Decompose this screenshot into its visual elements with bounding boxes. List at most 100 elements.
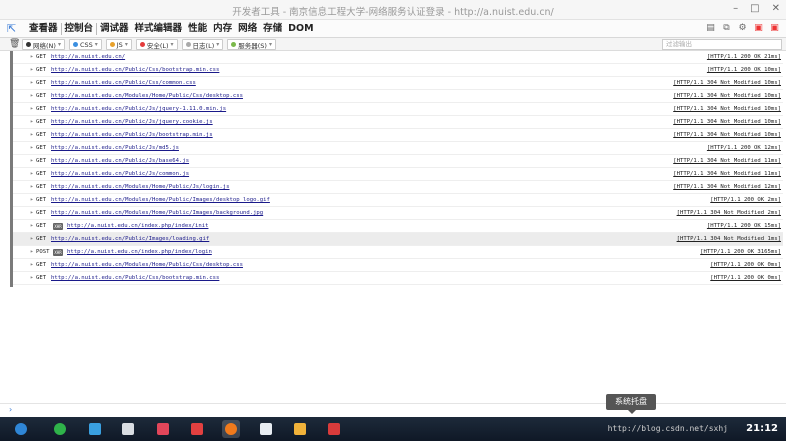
clear-console-icon[interactable]: 🗑	[9, 39, 20, 49]
log-row[interactable]: ▸ GET http://a.nuist.edu.cn/Public/Js/md5.…	[13, 142, 783, 155]
expand-arrow-icon[interactable]: ▸	[30, 220, 34, 232]
settings-gear-icon[interactable]: ⚙	[737, 23, 748, 34]
request-url-link[interactable]: http://a.nuist.edu.cn/Public/Js/jquery.c…	[51, 116, 213, 128]
expand-arrow-icon[interactable]: ▸	[30, 64, 34, 76]
expand-arrow-icon[interactable]: ▸	[30, 129, 34, 141]
response-status-link[interactable]: [HTTP/1.1 200 OK 21ms]	[707, 51, 781, 63]
expand-arrow-icon[interactable]: ▸	[30, 90, 34, 102]
filter-button[interactable]: JS ▾	[105, 39, 132, 50]
log-row[interactable]: ▸ GET http://a.nuist.edu.cn/Public/Css/boo…	[13, 64, 783, 77]
tab-performance[interactable]: 性能	[185, 23, 210, 35]
dock-bottom-icon[interactable]: ▣	[753, 23, 764, 34]
tab-console[interactable]: 控制台	[60, 23, 98, 35]
log-row[interactable]: ▸ POST XHR http://a.nuist.edu.cn/index.php/…	[13, 246, 783, 259]
taskbar-app-screenshot-icon[interactable]	[154, 420, 172, 438]
close-devtools-icon[interactable]: ▣	[769, 23, 780, 34]
response-status-link[interactable]: [HTTP/1.1 304 Not Modified 12ms]	[673, 181, 781, 193]
expand-arrow-icon[interactable]: ▸	[30, 168, 34, 180]
response-status-link[interactable]: [HTTP/1.1 304 Not Modified 1ms]	[677, 233, 781, 245]
expand-arrow-icon[interactable]: ▸	[30, 233, 34, 245]
request-url-link[interactable]: http://a.nuist.edu.cn/Public/Css/bootstr…	[51, 64, 219, 76]
expand-arrow-icon[interactable]: ▸	[30, 246, 34, 258]
log-row[interactable]: ▸ GET http://a.nuist.edu.cn/Public/Css/boo…	[13, 272, 783, 285]
log-row[interactable]: ▸ GET http://a.nuist.edu.cn/Modules/Home/P…	[13, 90, 783, 103]
log-row[interactable]: ▸ GET http://a.nuist.edu.cn/Public/Js/jque…	[13, 103, 783, 116]
filter-button[interactable]: CSS ▾	[68, 39, 102, 50]
request-url-link[interactable]: http://a.nuist.edu.cn/Public/Js/bootstra…	[51, 129, 213, 141]
expand-arrow-icon[interactable]: ▸	[30, 51, 34, 63]
request-url-link[interactable]: http://a.nuist.edu.cn/Public/Js/common.j…	[51, 168, 189, 180]
response-status-link[interactable]: [HTTP/1.1 200 OK 3165ms]	[700, 246, 781, 258]
tab-inspector[interactable]: 查看器	[26, 23, 61, 35]
response-status-link[interactable]: [HTTP/1.1 200 OK 10ms]	[707, 64, 781, 76]
response-status-link[interactable]: [HTTP/1.1 200 OK 12ms]	[707, 142, 781, 154]
request-url-link[interactable]: http://a.nuist.edu.cn/Modules/Home/Publi…	[51, 207, 263, 219]
request-url-link[interactable]: http://a.nuist.edu.cn/Modules/Home/Publi…	[51, 181, 230, 193]
response-status-link[interactable]: [HTTP/1.1 304 Not Modified 2ms]	[677, 207, 781, 219]
minimize-button[interactable]: –	[733, 3, 738, 14]
expand-arrow-icon[interactable]: ▸	[30, 194, 34, 206]
filter-button[interactable]: 服务器(S) ▾	[227, 39, 276, 50]
tab-dom[interactable]: DOM	[285, 23, 316, 35]
log-row[interactable]: ▸ GET http://a.nuist.edu.cn/ [HTTP/1.1 200 …	[13, 51, 783, 64]
response-status-link[interactable]: [HTTP/1.1 304 Not Modified 10ms]	[673, 90, 781, 102]
log-row[interactable]: ▸ GET http://a.nuist.edu.cn/Public/Js/comm…	[13, 168, 783, 181]
expand-arrow-icon[interactable]: ▸	[30, 181, 34, 193]
tab-debugger[interactable]: 调试器	[97, 23, 132, 35]
log-row[interactable]: ▸ GET http://a.nuist.edu.cn/Public/Css/com…	[13, 77, 783, 90]
tab-storage[interactable]: 存储	[260, 23, 285, 35]
request-url-link[interactable]: http://a.nuist.edu.cn/Public/Js/base64.j…	[51, 155, 189, 167]
taskbar-app-terminal-icon[interactable]	[325, 420, 343, 438]
request-url-link[interactable]: http://a.nuist.edu.cn/Public/Images/load…	[51, 233, 209, 245]
taskbar-app-firefox-icon[interactable]	[222, 420, 240, 438]
response-status-link[interactable]: [HTTP/1.1 304 Not Modified 10ms]	[673, 77, 781, 89]
taskbar-app-game-icon[interactable]	[291, 420, 309, 438]
filter-button[interactable]: 安全(L) ▾	[135, 39, 178, 50]
expand-arrow-icon[interactable]: ▸	[30, 259, 34, 271]
taskbar-app-launcher-icon[interactable]	[12, 420, 30, 438]
expand-arrow-icon[interactable]: ▸	[30, 103, 34, 115]
request-url-link[interactable]: http://a.nuist.edu.cn/Public/Js/md5.js	[51, 142, 179, 154]
taskbar-app-wechat-icon[interactable]	[257, 420, 275, 438]
filter-button[interactable]: 网络(N) ▾	[22, 39, 65, 50]
filter-search-input[interactable]: 过滤输出	[662, 39, 782, 50]
response-status-link[interactable]: [HTTP/1.1 304 Not Modified 11ms]	[673, 168, 781, 180]
request-url-link[interactable]: http://a.nuist.edu.cn/Public/Css/bootstr…	[51, 272, 219, 284]
tab-network[interactable]: 网络	[235, 23, 260, 35]
log-row[interactable]: ▸ GET http://a.nuist.edu.cn/Public/Js/boot…	[13, 129, 783, 142]
log-row[interactable]: ▸ GET http://a.nuist.edu.cn/Public/Js/jque…	[13, 116, 783, 129]
taskbar-app-files-icon[interactable]	[86, 420, 104, 438]
request-url-link[interactable]: http://a.nuist.edu.cn/Modules/Home/Publi…	[51, 194, 270, 206]
response-status-link[interactable]: [HTTP/1.1 200 OK 0ms]	[710, 272, 781, 284]
split-console-icon[interactable]: ▤	[705, 23, 716, 34]
response-status-link[interactable]: [HTTP/1.1 304 Not Modified 10ms]	[673, 116, 781, 128]
request-url-link[interactable]: http://a.nuist.edu.cn/Public/Css/common.…	[51, 77, 196, 89]
request-url-link[interactable]: http://a.nuist.edu.cn/index.php/index/in…	[67, 220, 208, 232]
request-url-link[interactable]: http://a.nuist.edu.cn/Modules/Home/Publi…	[51, 259, 243, 271]
request-url-link[interactable]: http://a.nuist.edu.cn/index.php/index/lo…	[67, 246, 212, 258]
log-row[interactable]: ▸ GET http://a.nuist.edu.cn/Public/Js/base…	[13, 155, 783, 168]
element-picker-icon[interactable]: ⇱	[7, 23, 19, 35]
expand-arrow-icon[interactable]: ▸	[30, 142, 34, 154]
dock-side-icon[interactable]: ⧉	[721, 23, 732, 34]
console-input[interactable]: ›	[0, 403, 786, 417]
taskbar-app-wechat-alt-icon[interactable]	[51, 420, 69, 438]
log-row[interactable]: ▸ GET XHR http://a.nuist.edu.cn/index.php/i…	[13, 220, 783, 233]
expand-arrow-icon[interactable]: ▸	[30, 77, 34, 89]
request-url-link[interactable]: http://a.nuist.edu.cn/Public/Js/jquery-1…	[51, 103, 226, 115]
taskbar-app-presentation-icon[interactable]	[188, 420, 206, 438]
expand-arrow-icon[interactable]: ▸	[30, 155, 34, 167]
request-url-link[interactable]: http://a.nuist.edu.cn/	[51, 51, 125, 63]
log-row[interactable]: ▸ GET http://a.nuist.edu.cn/Public/Images/…	[13, 233, 783, 246]
response-status-link[interactable]: [HTTP/1.1 304 Not Modified 10ms]	[673, 129, 781, 141]
log-row[interactable]: ▸ GET http://a.nuist.edu.cn/Modules/Home/P…	[13, 207, 783, 220]
filter-button[interactable]: 日志(L) ▾	[181, 39, 224, 50]
expand-arrow-icon[interactable]: ▸	[30, 207, 34, 219]
log-row[interactable]: ▸ GET http://a.nuist.edu.cn/Modules/Home/P…	[13, 259, 783, 272]
response-status-link[interactable]: [HTTP/1.1 200 OK 2ms]	[710, 194, 781, 206]
response-status-link[interactable]: [HTTP/1.1 200 OK 15ms]	[707, 220, 781, 232]
log-row[interactable]: ▸ GET http://a.nuist.edu.cn/Modules/Home/P…	[13, 194, 783, 207]
log-row[interactable]: ▸ GET http://a.nuist.edu.cn/Modules/Home/P…	[13, 181, 783, 194]
tab-memory[interactable]: 内存	[210, 23, 235, 35]
taskbar-app-trash-icon[interactable]	[119, 420, 137, 438]
